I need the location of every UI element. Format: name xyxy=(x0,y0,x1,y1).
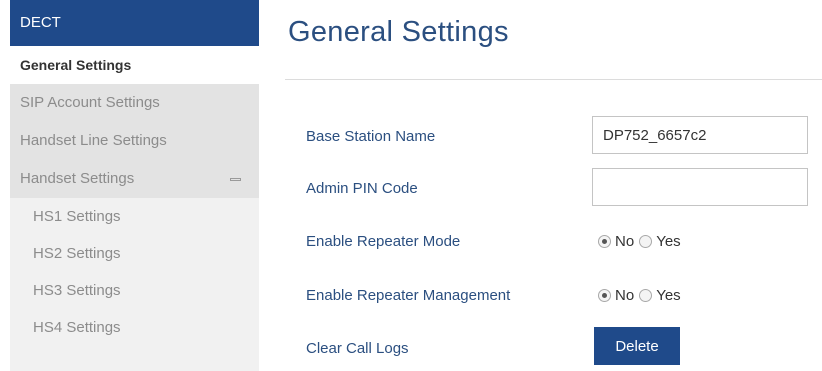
repeater-mode-no-label: No xyxy=(615,233,635,250)
repeater-management-yes-radio[interactable] xyxy=(639,289,653,302)
enable-repeater-management-label: Enable Repeater Management xyxy=(306,287,511,304)
page-title: General Settings xyxy=(288,16,509,48)
admin-pin-code-input[interactable] xyxy=(592,168,808,206)
base-station-name-label: Base Station Name xyxy=(306,128,436,145)
repeater-management-yes-label: Yes xyxy=(656,287,681,304)
delete-button[interactable]: Delete xyxy=(594,327,680,365)
repeater-mode-no-radio[interactable] xyxy=(598,235,611,248)
sidebar-item-sip-account-settings[interactable]: SIP Account Settings xyxy=(10,84,259,122)
sidebar-item-general-settings[interactable]: General Settings xyxy=(10,46,259,84)
sidebar-item-label: Handset Settings xyxy=(20,170,135,187)
sidebar-item-hs1-settings[interactable]: HS1 Settings xyxy=(10,198,259,235)
repeater-mode-yes-label: Yes xyxy=(656,233,681,250)
collapse-icon[interactable] xyxy=(230,178,241,181)
sidebar-header-dect[interactable]: DECT xyxy=(10,0,259,46)
title-divider xyxy=(285,79,822,80)
sidebar-item-hs3-settings[interactable]: HS3 Settings xyxy=(10,272,259,309)
repeater-management-radio-group: No Yes xyxy=(598,287,686,304)
sidebar-item-hs2-settings[interactable]: HS2 Settings xyxy=(10,235,259,272)
sidebar-item-hs4-settings[interactable]: HS4 Settings xyxy=(10,309,259,346)
repeater-management-no-label: No xyxy=(615,287,635,304)
repeater-mode-yes-radio[interactable] xyxy=(639,235,653,248)
base-station-name-input[interactable] xyxy=(592,116,808,154)
clear-call-logs-label: Clear Call Logs xyxy=(306,340,409,357)
enable-repeater-mode-label: Enable Repeater Mode xyxy=(306,233,461,250)
sidebar-item-handset-line-settings[interactable]: Handset Line Settings xyxy=(10,122,259,160)
admin-pin-code-label: Admin PIN Code xyxy=(306,180,418,197)
repeater-mode-radio-group: No Yes xyxy=(598,233,686,250)
sidebar-item-handset-settings[interactable]: Handset Settings xyxy=(10,160,259,198)
repeater-management-no-radio[interactable] xyxy=(598,289,611,302)
sidebar: DECT General Settings SIP Account Settin… xyxy=(10,0,259,371)
